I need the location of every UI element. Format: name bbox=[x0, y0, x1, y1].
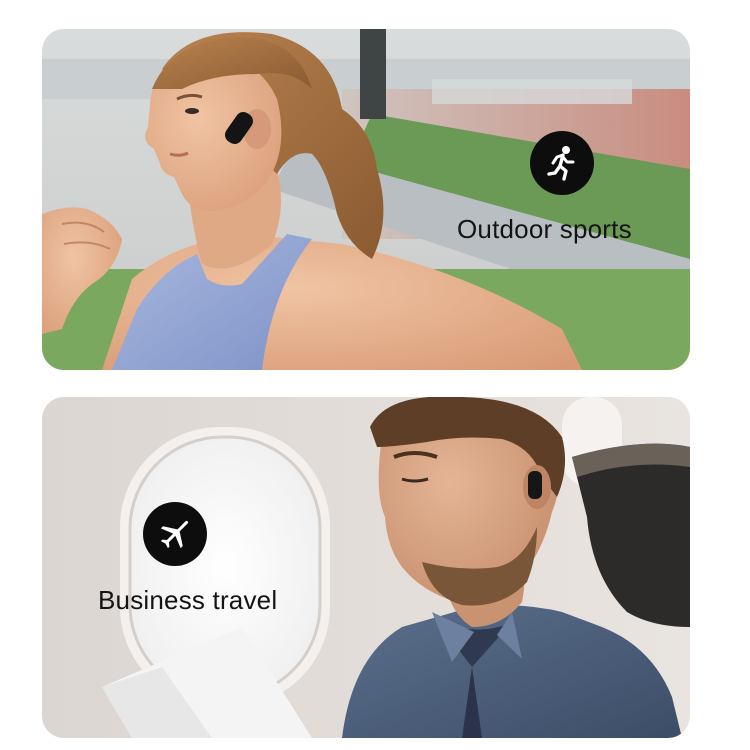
running-person-icon bbox=[530, 131, 594, 195]
airplane-cabin-man-photo bbox=[42, 397, 690, 738]
running-woman-photo bbox=[42, 29, 690, 370]
business-travel-caption: Business travel bbox=[98, 585, 278, 615]
outdoor-sports-caption: Outdoor sports bbox=[457, 214, 632, 244]
outdoor-sports-card: Outdoor sports bbox=[42, 29, 690, 370]
business-travel-card: Business travel bbox=[42, 397, 690, 738]
airplane-icon bbox=[143, 502, 207, 566]
